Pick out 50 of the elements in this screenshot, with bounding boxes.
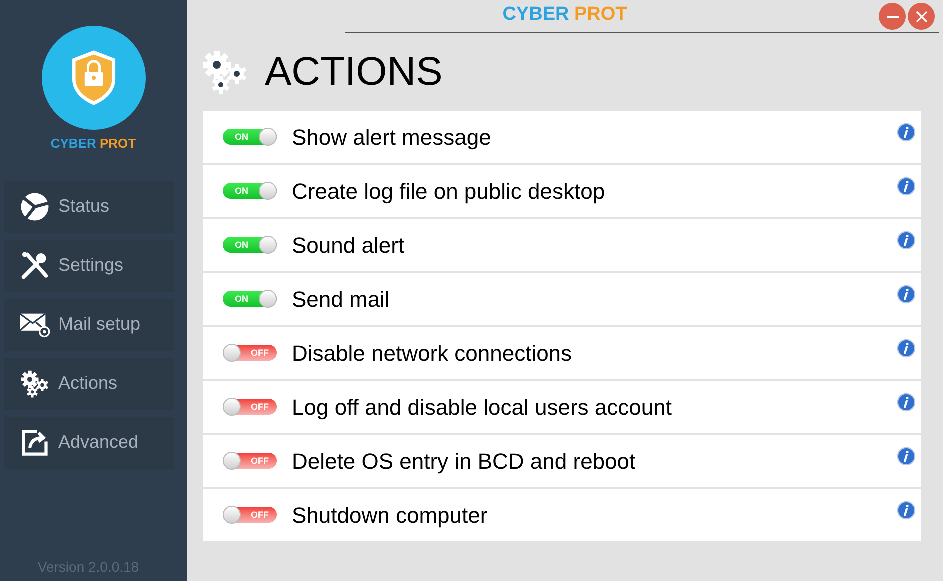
gears-icon — [20, 370, 50, 398]
info-icon[interactable] — [897, 177, 916, 196]
toggle-switch[interactable]: OFF — [223, 399, 277, 415]
sidebar-item[interactable]: Mail setup — [4, 298, 174, 350]
action-label: Log off and disable local users account — [292, 394, 672, 422]
toggle-switch[interactable]: OFF — [223, 345, 277, 361]
switch-text: ON — [235, 294, 248, 304]
toggle-switch[interactable]: OFF — [223, 507, 277, 523]
action-label: Show alert message — [292, 124, 492, 152]
close-button[interactable] — [908, 3, 935, 30]
action-label: Disable network connections — [292, 340, 572, 368]
gears-icon — [201, 50, 249, 94]
action-label: Send mail — [292, 286, 390, 314]
toggle-switch[interactable]: ON — [223, 237, 277, 253]
action-label: Sound alert — [292, 232, 405, 260]
toggle-switch[interactable]: ON — [223, 291, 277, 307]
info-icon[interactable] — [897, 339, 916, 358]
info-icon[interactable] — [897, 231, 916, 250]
switch-text: OFF — [251, 402, 269, 412]
switch-text: OFF — [251, 456, 269, 466]
info-icon[interactable] — [897, 393, 916, 412]
page-heading: ACTIONS — [265, 49, 443, 96]
switch-text: OFF — [251, 510, 269, 520]
info-icon[interactable] — [897, 501, 916, 520]
sidebar-item[interactable]: Actions — [4, 358, 174, 410]
tools-icon — [20, 250, 50, 280]
switch-text: OFF — [251, 348, 269, 358]
sidebar-item[interactable]: Advanced — [4, 416, 174, 468]
toggle-switch[interactable]: OFF — [223, 453, 277, 469]
switch-text: ON — [235, 240, 248, 250]
switch-text: ON — [235, 132, 248, 142]
info-icon[interactable] — [897, 123, 916, 142]
close-icon — [916, 10, 928, 22]
share-icon — [20, 428, 50, 458]
action-label: Delete OS entry in BCD and reboot — [292, 448, 636, 476]
logo-text: CYBER PROT — [50, 135, 136, 153]
sidebar-item[interactable]: Status — [4, 180, 174, 232]
window-title: CYBER PROT — [502, 3, 628, 28]
info-icon[interactable] — [897, 285, 916, 304]
switch-text: ON — [235, 186, 248, 196]
pie-chart-icon — [20, 192, 50, 222]
toggle-switch[interactable]: ON — [223, 129, 277, 145]
info-icon[interactable] — [897, 447, 916, 466]
minimize-icon — [886, 16, 900, 18]
envelope-gear-icon — [18, 311, 50, 338]
minimize-button[interactable] — [879, 3, 906, 30]
sidebar-item[interactable]: Settings — [4, 240, 174, 292]
action-label: Create log file on public desktop — [292, 178, 606, 206]
action-label: Shutdown computer — [292, 502, 488, 530]
toggle-switch[interactable]: ON — [223, 183, 277, 199]
